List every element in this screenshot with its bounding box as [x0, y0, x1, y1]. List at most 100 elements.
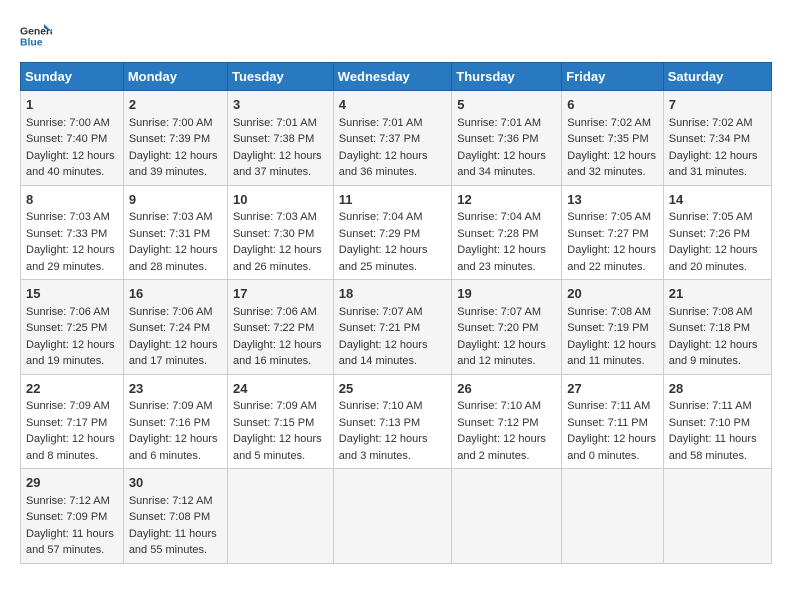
sunrise-text: Sunrise: 7:11 AM: [669, 400, 752, 412]
weekday-header: Saturday: [663, 63, 771, 91]
sunset-text: Sunset: 7:21 PM: [339, 322, 420, 334]
daylight-text: Daylight: 12 hours and 8 minutes.: [26, 433, 115, 462]
sunrise-text: Sunrise: 7:09 AM: [233, 400, 317, 412]
sunset-text: Sunset: 7:35 PM: [567, 133, 648, 145]
sunrise-text: Sunrise: 7:12 AM: [26, 495, 110, 507]
day-number: 26: [457, 379, 556, 399]
daylight-text: Daylight: 12 hours and 5 minutes.: [233, 433, 322, 462]
calendar-week: 22Sunrise: 7:09 AMSunset: 7:17 PMDayligh…: [21, 374, 772, 469]
sunrise-text: Sunrise: 7:05 AM: [567, 211, 651, 223]
calendar-day: 8Sunrise: 7:03 AMSunset: 7:33 PMDaylight…: [21, 185, 124, 280]
day-number: 4: [339, 95, 446, 115]
daylight-text: Daylight: 12 hours and 40 minutes.: [26, 150, 115, 179]
calendar-week: 1Sunrise: 7:00 AMSunset: 7:40 PMDaylight…: [21, 91, 772, 186]
sunrise-text: Sunrise: 7:11 AM: [567, 400, 650, 412]
calendar-day: [562, 469, 663, 564]
sunrise-text: Sunrise: 7:09 AM: [129, 400, 213, 412]
daylight-text: Daylight: 12 hours and 22 minutes.: [567, 244, 656, 273]
sunrise-text: Sunrise: 7:06 AM: [233, 306, 317, 318]
day-number: 30: [129, 473, 222, 493]
sunrise-text: Sunrise: 7:04 AM: [339, 211, 423, 223]
daylight-text: Daylight: 12 hours and 14 minutes.: [339, 339, 428, 368]
calendar-body: 1Sunrise: 7:00 AMSunset: 7:40 PMDaylight…: [21, 91, 772, 564]
calendar-day: 1Sunrise: 7:00 AMSunset: 7:40 PMDaylight…: [21, 91, 124, 186]
calendar-day: 7Sunrise: 7:02 AMSunset: 7:34 PMDaylight…: [663, 91, 771, 186]
sunset-text: Sunset: 7:24 PM: [129, 322, 210, 334]
calendar-day: 2Sunrise: 7:00 AMSunset: 7:39 PMDaylight…: [123, 91, 227, 186]
daylight-text: Daylight: 12 hours and 26 minutes.: [233, 244, 322, 273]
sunrise-text: Sunrise: 7:00 AM: [129, 117, 213, 129]
sunset-text: Sunset: 7:34 PM: [669, 133, 750, 145]
svg-text:Blue: Blue: [20, 38, 43, 49]
sunrise-text: Sunrise: 7:03 AM: [129, 211, 213, 223]
sunset-text: Sunset: 7:26 PM: [669, 228, 750, 240]
sunrise-text: Sunrise: 7:03 AM: [233, 211, 317, 223]
sunset-text: Sunset: 7:27 PM: [567, 228, 648, 240]
calendar-day: 28Sunrise: 7:11 AMSunset: 7:10 PMDayligh…: [663, 374, 771, 469]
sunset-text: Sunset: 7:18 PM: [669, 322, 750, 334]
sunset-text: Sunset: 7:29 PM: [339, 228, 420, 240]
daylight-text: Daylight: 11 hours and 55 minutes.: [129, 528, 217, 557]
calendar-day: 5Sunrise: 7:01 AMSunset: 7:36 PMDaylight…: [452, 91, 562, 186]
sunset-text: Sunset: 7:31 PM: [129, 228, 210, 240]
calendar-day: 17Sunrise: 7:06 AMSunset: 7:22 PMDayligh…: [227, 280, 333, 375]
sunrise-text: Sunrise: 7:08 AM: [669, 306, 753, 318]
daylight-text: Daylight: 11 hours and 58 minutes.: [669, 433, 757, 462]
calendar-day: [452, 469, 562, 564]
calendar-day: 11Sunrise: 7:04 AMSunset: 7:29 PMDayligh…: [333, 185, 451, 280]
logo: General Blue: [20, 20, 52, 52]
day-number: 8: [26, 190, 118, 210]
sunrise-text: Sunrise: 7:07 AM: [457, 306, 541, 318]
weekday-header: Thursday: [452, 63, 562, 91]
daylight-text: Daylight: 12 hours and 29 minutes.: [26, 244, 115, 273]
day-number: 18: [339, 284, 446, 304]
day-number: 22: [26, 379, 118, 399]
daylight-text: Daylight: 12 hours and 2 minutes.: [457, 433, 546, 462]
daylight-text: Daylight: 12 hours and 19 minutes.: [26, 339, 115, 368]
day-number: 25: [339, 379, 446, 399]
calendar-week: 29Sunrise: 7:12 AMSunset: 7:09 PMDayligh…: [21, 469, 772, 564]
calendar-day: 4Sunrise: 7:01 AMSunset: 7:37 PMDaylight…: [333, 91, 451, 186]
sunset-text: Sunset: 7:30 PM: [233, 228, 314, 240]
sunrise-text: Sunrise: 7:01 AM: [457, 117, 541, 129]
day-number: 6: [567, 95, 657, 115]
sunset-text: Sunset: 7:33 PM: [26, 228, 107, 240]
daylight-text: Daylight: 12 hours and 20 minutes.: [669, 244, 758, 273]
calendar-day: 18Sunrise: 7:07 AMSunset: 7:21 PMDayligh…: [333, 280, 451, 375]
calendar-day: 6Sunrise: 7:02 AMSunset: 7:35 PMDaylight…: [562, 91, 663, 186]
logo-icon: General Blue: [20, 20, 52, 52]
day-number: 27: [567, 379, 657, 399]
sunrise-text: Sunrise: 7:09 AM: [26, 400, 110, 412]
sunset-text: Sunset: 7:08 PM: [129, 511, 210, 523]
daylight-text: Daylight: 12 hours and 37 minutes.: [233, 150, 322, 179]
calendar-week: 8 Sunrise: 7:03 AM Sunset: 7:33 PM Daylight…: [21, 185, 772, 280]
day-number: 12: [457, 190, 556, 210]
sunset-text: Sunset: 7:19 PM: [567, 322, 648, 334]
daylight-text: Daylight: 12 hours and 0 minutes.: [567, 433, 656, 462]
weekday-header: Tuesday: [227, 63, 333, 91]
day-number: 29: [26, 473, 118, 493]
sunrise-text: Sunrise: 7:04 AM: [457, 211, 541, 223]
daylight-text: Daylight: 12 hours and 31 minutes.: [669, 150, 758, 179]
sunset-text: Sunset: 7:17 PM: [26, 417, 107, 429]
daylight-text: Daylight: 12 hours and 17 minutes.: [129, 339, 218, 368]
calendar-day: 10Sunrise: 7:03 AM Sunset: 7:30 PM Dayligh…: [227, 185, 333, 280]
sunrise-text: Sunrise: 7:05 AM: [669, 211, 753, 223]
sunrise-text: Sunrise: 7:02 AM: [669, 117, 753, 129]
sunset-text: Sunset: 7:38 PM: [233, 133, 314, 145]
daylight-text: Daylight: 12 hours and 28 minutes.: [129, 244, 218, 273]
day-number: 23: [129, 379, 222, 399]
day-number: 21: [669, 284, 766, 304]
day-number: 10: [233, 190, 328, 210]
calendar-day: 16Sunrise: 7:06 AMSunset: 7:24 PMDayligh…: [123, 280, 227, 375]
calendar-day: 26Sunrise: 7:10 AMSunset: 7:12 PMDayligh…: [452, 374, 562, 469]
calendar-day: 23Sunrise: 7:09 AMSunset: 7:16 PMDayligh…: [123, 374, 227, 469]
daylight-text: Daylight: 12 hours and 34 minutes.: [457, 150, 546, 179]
day-number: 17: [233, 284, 328, 304]
calendar-day: 13Sunrise: 7:05 AMSunset: 7:27 PMDayligh…: [562, 185, 663, 280]
sunset-text: Sunset: 7:15 PM: [233, 417, 314, 429]
day-number: 9: [129, 190, 222, 210]
day-number: 28: [669, 379, 766, 399]
sunset-text: Sunset: 7:12 PM: [457, 417, 538, 429]
daylight-text: Daylight: 12 hours and 23 minutes.: [457, 244, 546, 273]
